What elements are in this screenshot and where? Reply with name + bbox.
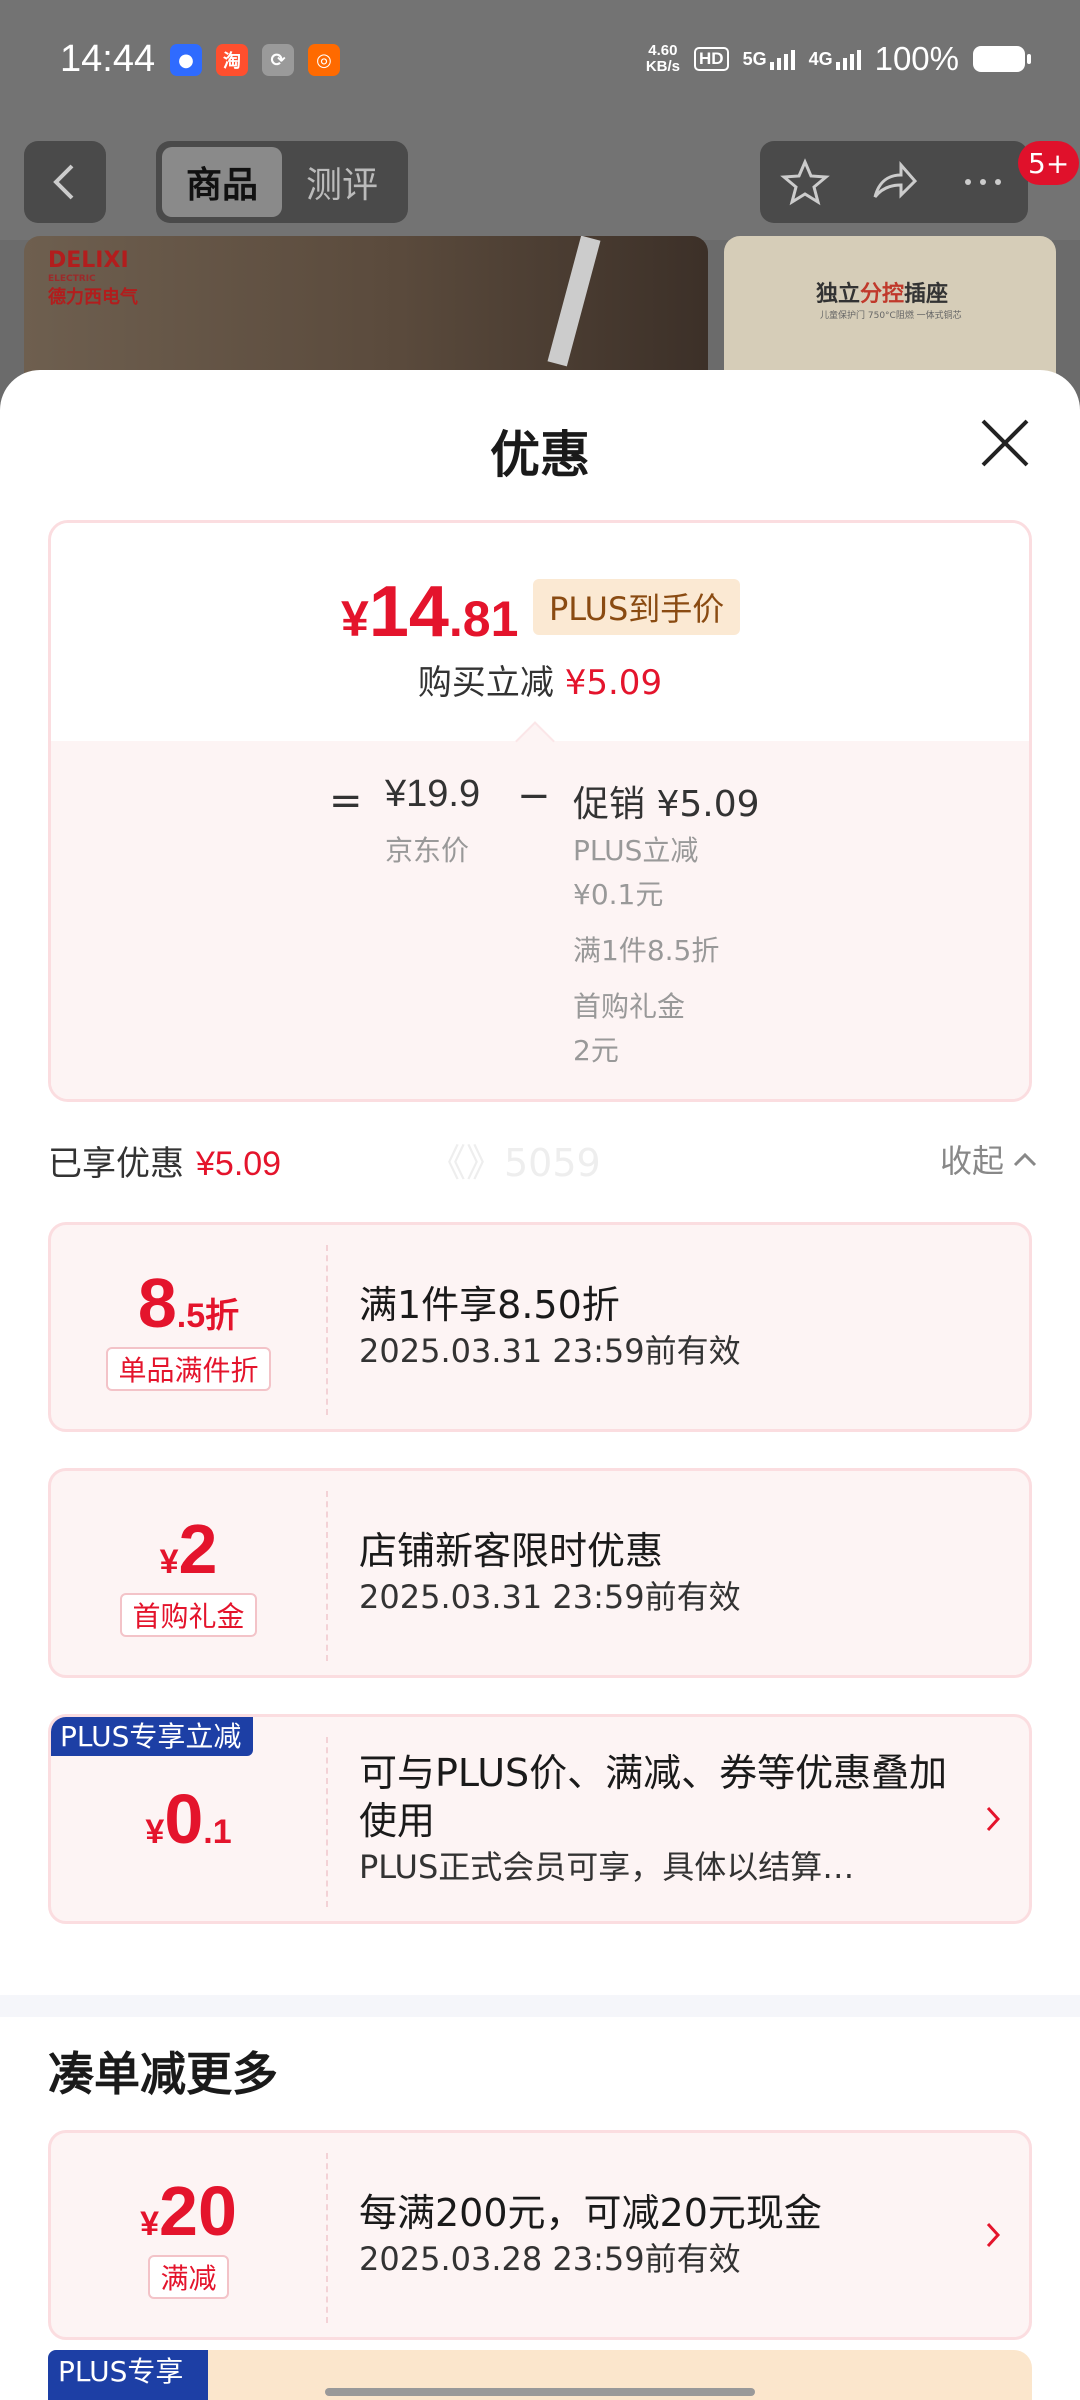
equals-sign: = (329, 778, 363, 824)
price-breakdown-card: ¥ 14 .81 PLUS到手价 购买立减 ¥5.09 = ¥19.9 京东价 … (48, 520, 1032, 1102)
sync-app-icon: ⟳ (262, 44, 294, 76)
coupon-info: 每满200元，可减20元现金 2025.03.28 23:59前有效 (359, 2133, 979, 2337)
coupon-info: 可与PLUS价、满减、券等优惠叠加使用 PLUS正式会员可享，具体以结算… (359, 1717, 959, 1921)
home-indicator[interactable] (325, 2388, 755, 2396)
cable-graphic (547, 236, 601, 367)
status-time: 14:44 (60, 38, 156, 80)
sheet-title: 优惠 (490, 426, 590, 484)
taobao-app-icon: 淘 (216, 44, 248, 76)
instant-cut: 购买立减 ¥5.09 (417, 663, 663, 703)
coupon-title: 可与PLUS价、满减、券等优惠叠加使用 (359, 1751, 948, 1843)
coupon-type-tag: 满减 (148, 2255, 229, 2299)
promo-item: PLUS立减 ¥0.1元 (573, 834, 699, 911)
coupon-info: 店铺新客限时优惠 2025.03.31 23:59前有效 (359, 1471, 979, 1675)
jd-price-label: 京东价 (385, 834, 470, 867)
coupon-type-tag: 单品满件折 (106, 1347, 271, 1391)
net-speed: 4.60 KB/s (645, 42, 680, 75)
coupon-info: 满1件享8.50折 2025.03.31 23:59前有效 (359, 1225, 979, 1429)
tab-product[interactable]: 商品 (162, 147, 282, 217)
baidu-app-icon: ● (170, 44, 202, 76)
action-group (760, 141, 1028, 223)
shop-app-icon: ◎ (308, 44, 340, 76)
back-button[interactable] (24, 141, 106, 223)
promo-item: 首购礼金 2元 (573, 990, 686, 1067)
jd-price: ¥19.9 (385, 773, 481, 815)
coupon-note: PLUS正式会员可享，具体以结算… (359, 1848, 855, 1886)
coupon-card[interactable]: ¥2 首购礼金 店铺新客限时优惠 2025.03.31 23:59前有效 (48, 1468, 1032, 1678)
coupon-card[interactable]: 8.5折 单品满件折 满1件享8.50折 2025.03.31 23:59前有效 (48, 1222, 1032, 1432)
coupon-value: 8.5折 单品满件折 (51, 1225, 326, 1429)
plus-price-tag: PLUS到手价 (533, 579, 741, 635)
enjoyed-discount-row: 已享优惠 ¥5.09 《》5059 收起 (48, 1128, 1038, 1188)
status-bar: 14:44 ● 淘 ⟳ ◎ 4.60 KB/s HD 5G 4G 100% (0, 0, 1080, 125)
coupon-type-tag: 首购礼金 (120, 1593, 257, 1637)
coupon-value: ¥0.1 (145, 1780, 232, 1858)
product-nav-bar: 商品 测评 5+ (0, 125, 1080, 240)
promo-total: 促销 ¥5.09 (573, 784, 760, 825)
image-subcaption: 儿童保护门 750°C阻燃 一体式铜芯 (820, 311, 962, 321)
coupon-validity: 2025.03.28 23:59前有效 (359, 2240, 741, 2278)
star-icon[interactable] (779, 157, 830, 207)
more-icon[interactable] (958, 157, 1008, 207)
chevron-up-icon (1013, 1152, 1037, 1167)
section-title-more-discounts: 凑单减更多 (48, 2047, 278, 2101)
notification-icons: ● 淘 ⟳ ◎ (170, 44, 340, 76)
final-price: ¥ 14 .81 (341, 572, 519, 652)
watermark: 《》5059 (428, 1141, 601, 1185)
share-icon[interactable] (869, 157, 919, 207)
collapse-button[interactable]: 收起 (940, 1136, 1038, 1182)
coupon-value: ¥2 首购礼金 (51, 1471, 326, 1675)
coupon-title: 店铺新客限时优惠 (359, 1529, 664, 1573)
brand-logo: DELIXI ELECTRIC 德力西电气 (48, 248, 138, 308)
chevron-right-icon[interactable] (985, 1717, 1001, 1921)
battery-icon (973, 46, 1031, 72)
coupon-validity: 2025.03.31 23:59前有效 (359, 1578, 741, 1616)
section-divider (0, 1995, 1080, 2017)
coupon-title: 满1件享8.50折 (359, 1283, 620, 1327)
coupon-card[interactable]: ¥20 满减 每满200元，可减20元现金 2025.03.28 23:59前有… (48, 2130, 1032, 2340)
minus-sign: − (517, 773, 551, 819)
coupon-title: 每满200元，可减20元现金 (359, 2191, 822, 2235)
chevron-right-icon[interactable] (985, 2133, 1001, 2337)
product-tabs: 商品 测评 (156, 141, 408, 223)
discount-sheet: 优惠 ¥ 14 .81 PLUS到手价 购买立减 ¥5.09 = ¥19.9 京… (0, 370, 1080, 2400)
battery-percent: 100% (874, 40, 959, 77)
promo-list: PLUS立减 ¥0.1元 满1件8.5折 首购礼金 2元 (573, 829, 893, 1085)
coupon-value: ¥20 满减 (51, 2133, 326, 2337)
back-arrow-icon (53, 164, 74, 200)
plus-exclusive-tag: PLUS专享 (48, 2350, 208, 2400)
enjoyed-label: 已享优惠 ¥5.09 (48, 1144, 282, 1184)
product-images: DELIXI ELECTRIC 德力西电气 独立分控插座 儿童保护门 750°C… (0, 236, 1080, 396)
hd-icon: HD (694, 47, 729, 71)
status-right: 4.60 KB/s HD 5G 4G 100% (645, 40, 1031, 78)
message-badge: 5+ (1018, 141, 1080, 185)
promo-item: 满1件8.5折 (573, 934, 720, 967)
tab-review[interactable]: 测评 (282, 147, 402, 217)
close-icon[interactable] (975, 413, 1035, 473)
coupon-validity: 2025.03.31 23:59前有效 (359, 1332, 741, 1370)
plus-coupon-card[interactable]: PLUS专享立减 ¥0.1 可与PLUS价、满减、券等优惠叠加使用 PLUS正式… (48, 1714, 1032, 1924)
image-caption: 独立分控插座 (816, 282, 949, 307)
signal-4g-icon: 4G (809, 49, 861, 70)
signal-5g-icon: 5G (743, 49, 795, 70)
